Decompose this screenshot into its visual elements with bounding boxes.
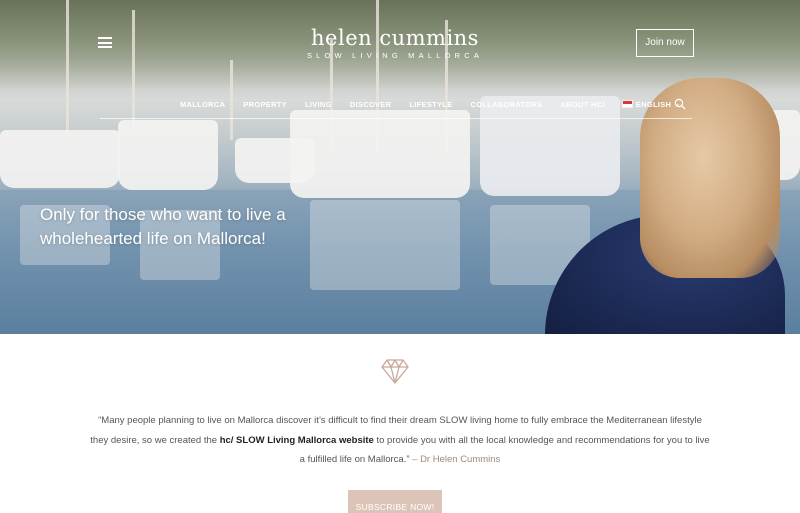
main-navigation: MALLORCA PROPERTY LIVING DISCOVER LIFEST… xyxy=(180,98,680,110)
nav-item-lifestyle[interactable]: LIFESTYLE xyxy=(409,100,452,109)
nav-item-discover[interactable]: DISCOVER xyxy=(350,100,392,109)
diamond-icon xyxy=(381,359,409,384)
boat xyxy=(290,110,470,198)
page: helen cummins SLOW LIVING MALLORCA Join … xyxy=(0,0,800,513)
join-now-button[interactable]: Join now xyxy=(636,29,694,57)
site-logo[interactable]: helen cummins SLOW LIVING MALLORCA xyxy=(300,26,490,61)
boat xyxy=(0,130,120,188)
nav-item-about[interactable]: ABOUT HC/ xyxy=(560,100,604,109)
boat xyxy=(480,96,620,196)
nav-item-living[interactable]: LIVING xyxy=(305,100,332,109)
nav-divider xyxy=(100,118,692,119)
subscribe-button[interactable]: SUBSCRIBE NOW! xyxy=(348,490,442,513)
logo-name: helen cummins xyxy=(311,26,479,50)
hero-headline: Only for those who want to live a wholeh… xyxy=(40,203,340,251)
language-selector[interactable]: ENGLISH ⌄ xyxy=(621,99,681,109)
boat xyxy=(118,120,218,190)
hero-headline-line2: wholehearted life on Mallorca! xyxy=(40,229,266,248)
hero-banner: helen cummins SLOW LIVING MALLORCA Join … xyxy=(0,0,800,334)
intro-quote: “Many people planning to live on Mallorc… xyxy=(90,411,710,470)
boat-mast xyxy=(132,10,135,130)
nav-item-property[interactable]: PROPERTY xyxy=(243,100,287,109)
website-link[interactable]: hc/ SLOW Living Mallorca website xyxy=(220,435,374,446)
search-icon[interactable] xyxy=(674,98,686,110)
logo-tagline: SLOW LIVING MALLORCA xyxy=(306,51,484,60)
nav-item-mallorca[interactable]: MALLORCA xyxy=(180,100,225,109)
flag-icon xyxy=(621,100,633,108)
quote-author: – Dr Helen Cummins xyxy=(412,454,501,465)
hero-headline-line1: Only for those who want to live a xyxy=(40,205,286,224)
nav-item-collaborators[interactable]: COLLABORATORS xyxy=(471,100,543,109)
hamburger-menu-icon[interactable] xyxy=(98,37,112,48)
boat-mast xyxy=(66,0,69,130)
language-label: ENGLISH xyxy=(635,99,672,109)
